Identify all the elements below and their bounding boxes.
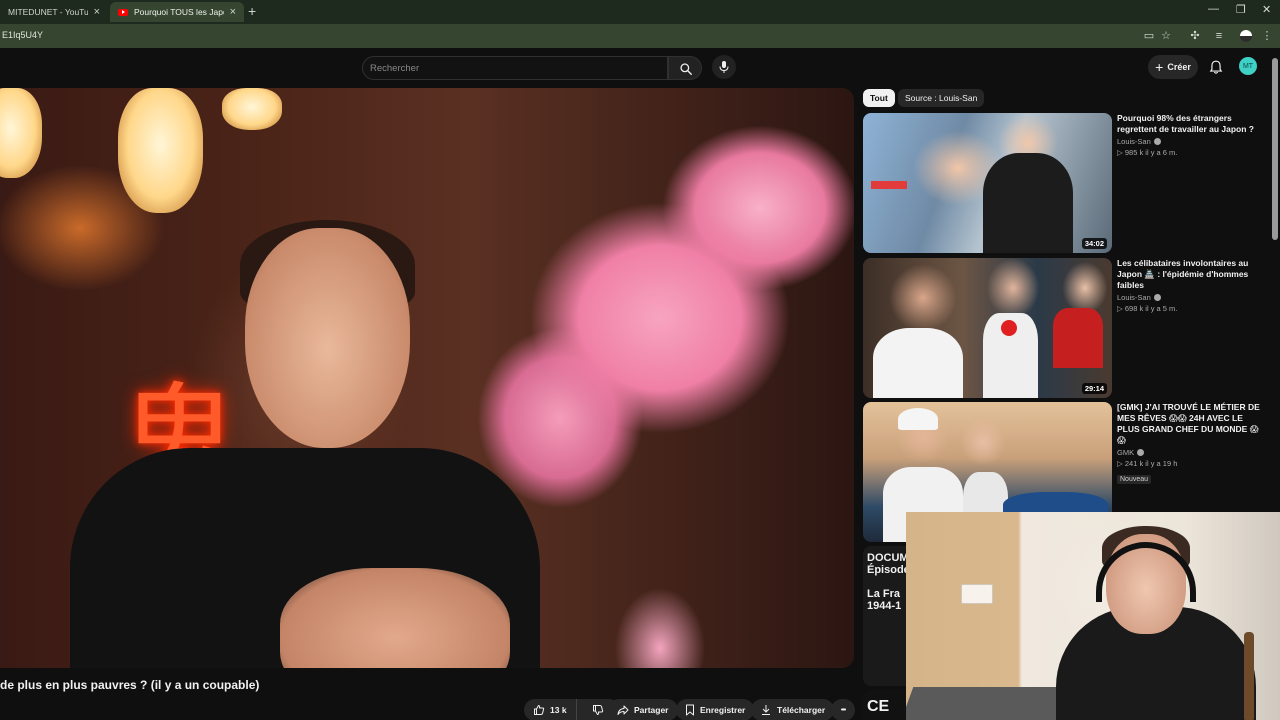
browser-tab-strip: MITEDUNET - YouTube × Pourquoi TOUS les …: [0, 0, 1280, 24]
thumbnail-figure: [873, 328, 963, 398]
verified-check-icon: [1153, 138, 1161, 145]
thumbnail-figure: [1053, 308, 1103, 368]
browser-menu-icon[interactable]: ⋮: [1260, 29, 1274, 43]
video-title: de plus en plus pauvres ? (il y a un cou…: [0, 678, 260, 692]
thumbs-down-icon: [592, 705, 603, 715]
media-controls-icon[interactable]: ≡: [1212, 29, 1226, 43]
extensions-icon[interactable]: ✣: [1188, 29, 1202, 43]
microphone-icon: [719, 61, 729, 73]
channel-name: Louis-San: [1117, 293, 1151, 302]
save-button[interactable]: Enregistrer: [676, 699, 755, 720]
search-icon: [680, 63, 692, 75]
presenter-face: [245, 228, 410, 448]
download-label: Télécharger: [777, 705, 826, 715]
recommendation-meta[interactable]: [GMK] J'AI TROUVÉ LE MÉTIER DE MES RÊVES…: [1117, 402, 1267, 486]
bookmark-icon: [686, 704, 694, 716]
bell-icon: [1209, 60, 1223, 74]
youtube-favicon-icon: [118, 8, 128, 16]
guitar-image: [1244, 632, 1254, 720]
download-icon: [762, 705, 770, 715]
save-label: Enregistrer: [700, 705, 746, 715]
sidebar-scrollbar[interactable]: [1272, 58, 1278, 240]
create-button[interactable]: + Créer: [1148, 55, 1198, 79]
torii-gate-image: [871, 181, 907, 189]
browser-address-bar: E1Iq5U4Y ▭ ☆ ✣ ≡ ⋮: [0, 24, 1280, 48]
search-input[interactable]: [363, 57, 667, 79]
channel-name: GMK: [1117, 448, 1135, 457]
recommendation-title[interactable]: Pourquoi 98% des étrangers regrettent de…: [1117, 113, 1267, 135]
like-count: 13 k: [550, 705, 567, 715]
more-actions-button[interactable]: •••: [831, 699, 855, 720]
chef-hat-image: [898, 408, 938, 430]
window-close-icon[interactable]: ✕: [1262, 3, 1271, 16]
video-duration: 34:02: [1081, 238, 1107, 249]
like-dislike-group: 13 k: [524, 699, 620, 720]
recommendation-channel[interactable]: Louis-San: [1117, 137, 1267, 146]
recommendation-channel[interactable]: GMK: [1117, 448, 1267, 457]
paper-lantern-image: [118, 88, 203, 213]
cast-icon[interactable]: ▭: [1142, 29, 1156, 43]
paper-lantern-image: [0, 88, 42, 178]
recommendation-thumbnail[interactable]: 34:02: [863, 113, 1112, 253]
presenter-hands: [280, 568, 510, 668]
chip-source-louis-san[interactable]: Source : Louis-San: [898, 89, 985, 107]
tab-close-icon[interactable]: ×: [230, 6, 236, 18]
youtube-header: + Créer MT: [0, 48, 1280, 86]
paper-lantern-image: [222, 88, 282, 130]
search-box: [362, 56, 668, 80]
tab-title: MITEDUNET - YouTube: [8, 7, 88, 17]
download-button[interactable]: Télécharger: [751, 699, 835, 720]
minimize-icon[interactable]: —: [1208, 3, 1219, 15]
thumbs-up-icon: [534, 705, 545, 715]
recommendation-stats: ▷ 241 k il y a 19 h: [1117, 459, 1178, 468]
share-icon: [617, 705, 629, 715]
recommendation-meta[interactable]: Les célibataires involontaires au Japon …: [1117, 258, 1267, 313]
video-duration: 29:14: [1081, 383, 1107, 394]
create-label: Créer: [1167, 62, 1191, 72]
desk-image: [906, 687, 1074, 720]
verified-check-icon: [1153, 294, 1161, 301]
share-label: Partager: [634, 705, 669, 715]
like-button[interactable]: 13 k: [524, 699, 577, 720]
url-text[interactable]: E1Iq5U4Y: [2, 30, 43, 40]
search-button[interactable]: [668, 56, 702, 80]
chip-all[interactable]: Tout: [863, 89, 895, 107]
thumbnail-figure: [983, 153, 1073, 253]
recommendation-thumbnail[interactable]: 29:14: [863, 258, 1112, 398]
notifications-button[interactable]: [1206, 56, 1226, 78]
recommendation-channel[interactable]: Louis-San: [1117, 293, 1267, 302]
bookmark-star-icon[interactable]: ☆: [1159, 29, 1173, 43]
recommendation-meta[interactable]: Pourquoi 98% des étrangers regrettent de…: [1117, 113, 1267, 157]
maximize-icon[interactable]: ❐: [1236, 3, 1246, 16]
video-player[interactable]: 鬼 鬼: [0, 88, 854, 668]
channel-name: Louis-San: [1117, 137, 1151, 146]
browser-tab-mitedunet[interactable]: MITEDUNET - YouTube ×: [0, 2, 108, 22]
wall-switch-image: [961, 584, 993, 604]
verified-check-icon: [1137, 449, 1145, 456]
japan-flag-image: [1001, 320, 1017, 336]
tab-close-icon[interactable]: ×: [94, 6, 100, 18]
account-avatar[interactable]: MT: [1239, 57, 1257, 75]
share-button[interactable]: Partager: [608, 699, 678, 720]
recommendation-stats: ▷ 698 k il y a 5 m.: [1117, 304, 1178, 313]
tab-title: Pourquoi TOUS les Japonais so: [134, 7, 224, 17]
new-tab-button[interactable]: +: [248, 3, 256, 19]
recommendation-title[interactable]: Les célibataires involontaires au Japon …: [1117, 258, 1267, 291]
more-dots-icon: •••: [840, 706, 846, 714]
browser-profile-icon[interactable]: [1240, 30, 1252, 42]
voice-search-button[interactable]: [712, 55, 736, 79]
browser-tab-active-video[interactable]: Pourquoi TOUS les Japonais so ×: [110, 2, 244, 22]
recommendation-title[interactable]: [GMK] J'AI TROUVÉ LE MÉTIER DE MES RÊVES…: [1117, 402, 1267, 446]
new-badge: Nouveau: [1117, 475, 1152, 484]
thumbnail-text: CE: [867, 698, 890, 715]
webcam-overlay: [906, 512, 1280, 720]
recommendation-stats: ▷ 985 k il y a 6 m.: [1117, 148, 1178, 157]
plus-icon: +: [1155, 59, 1164, 75]
